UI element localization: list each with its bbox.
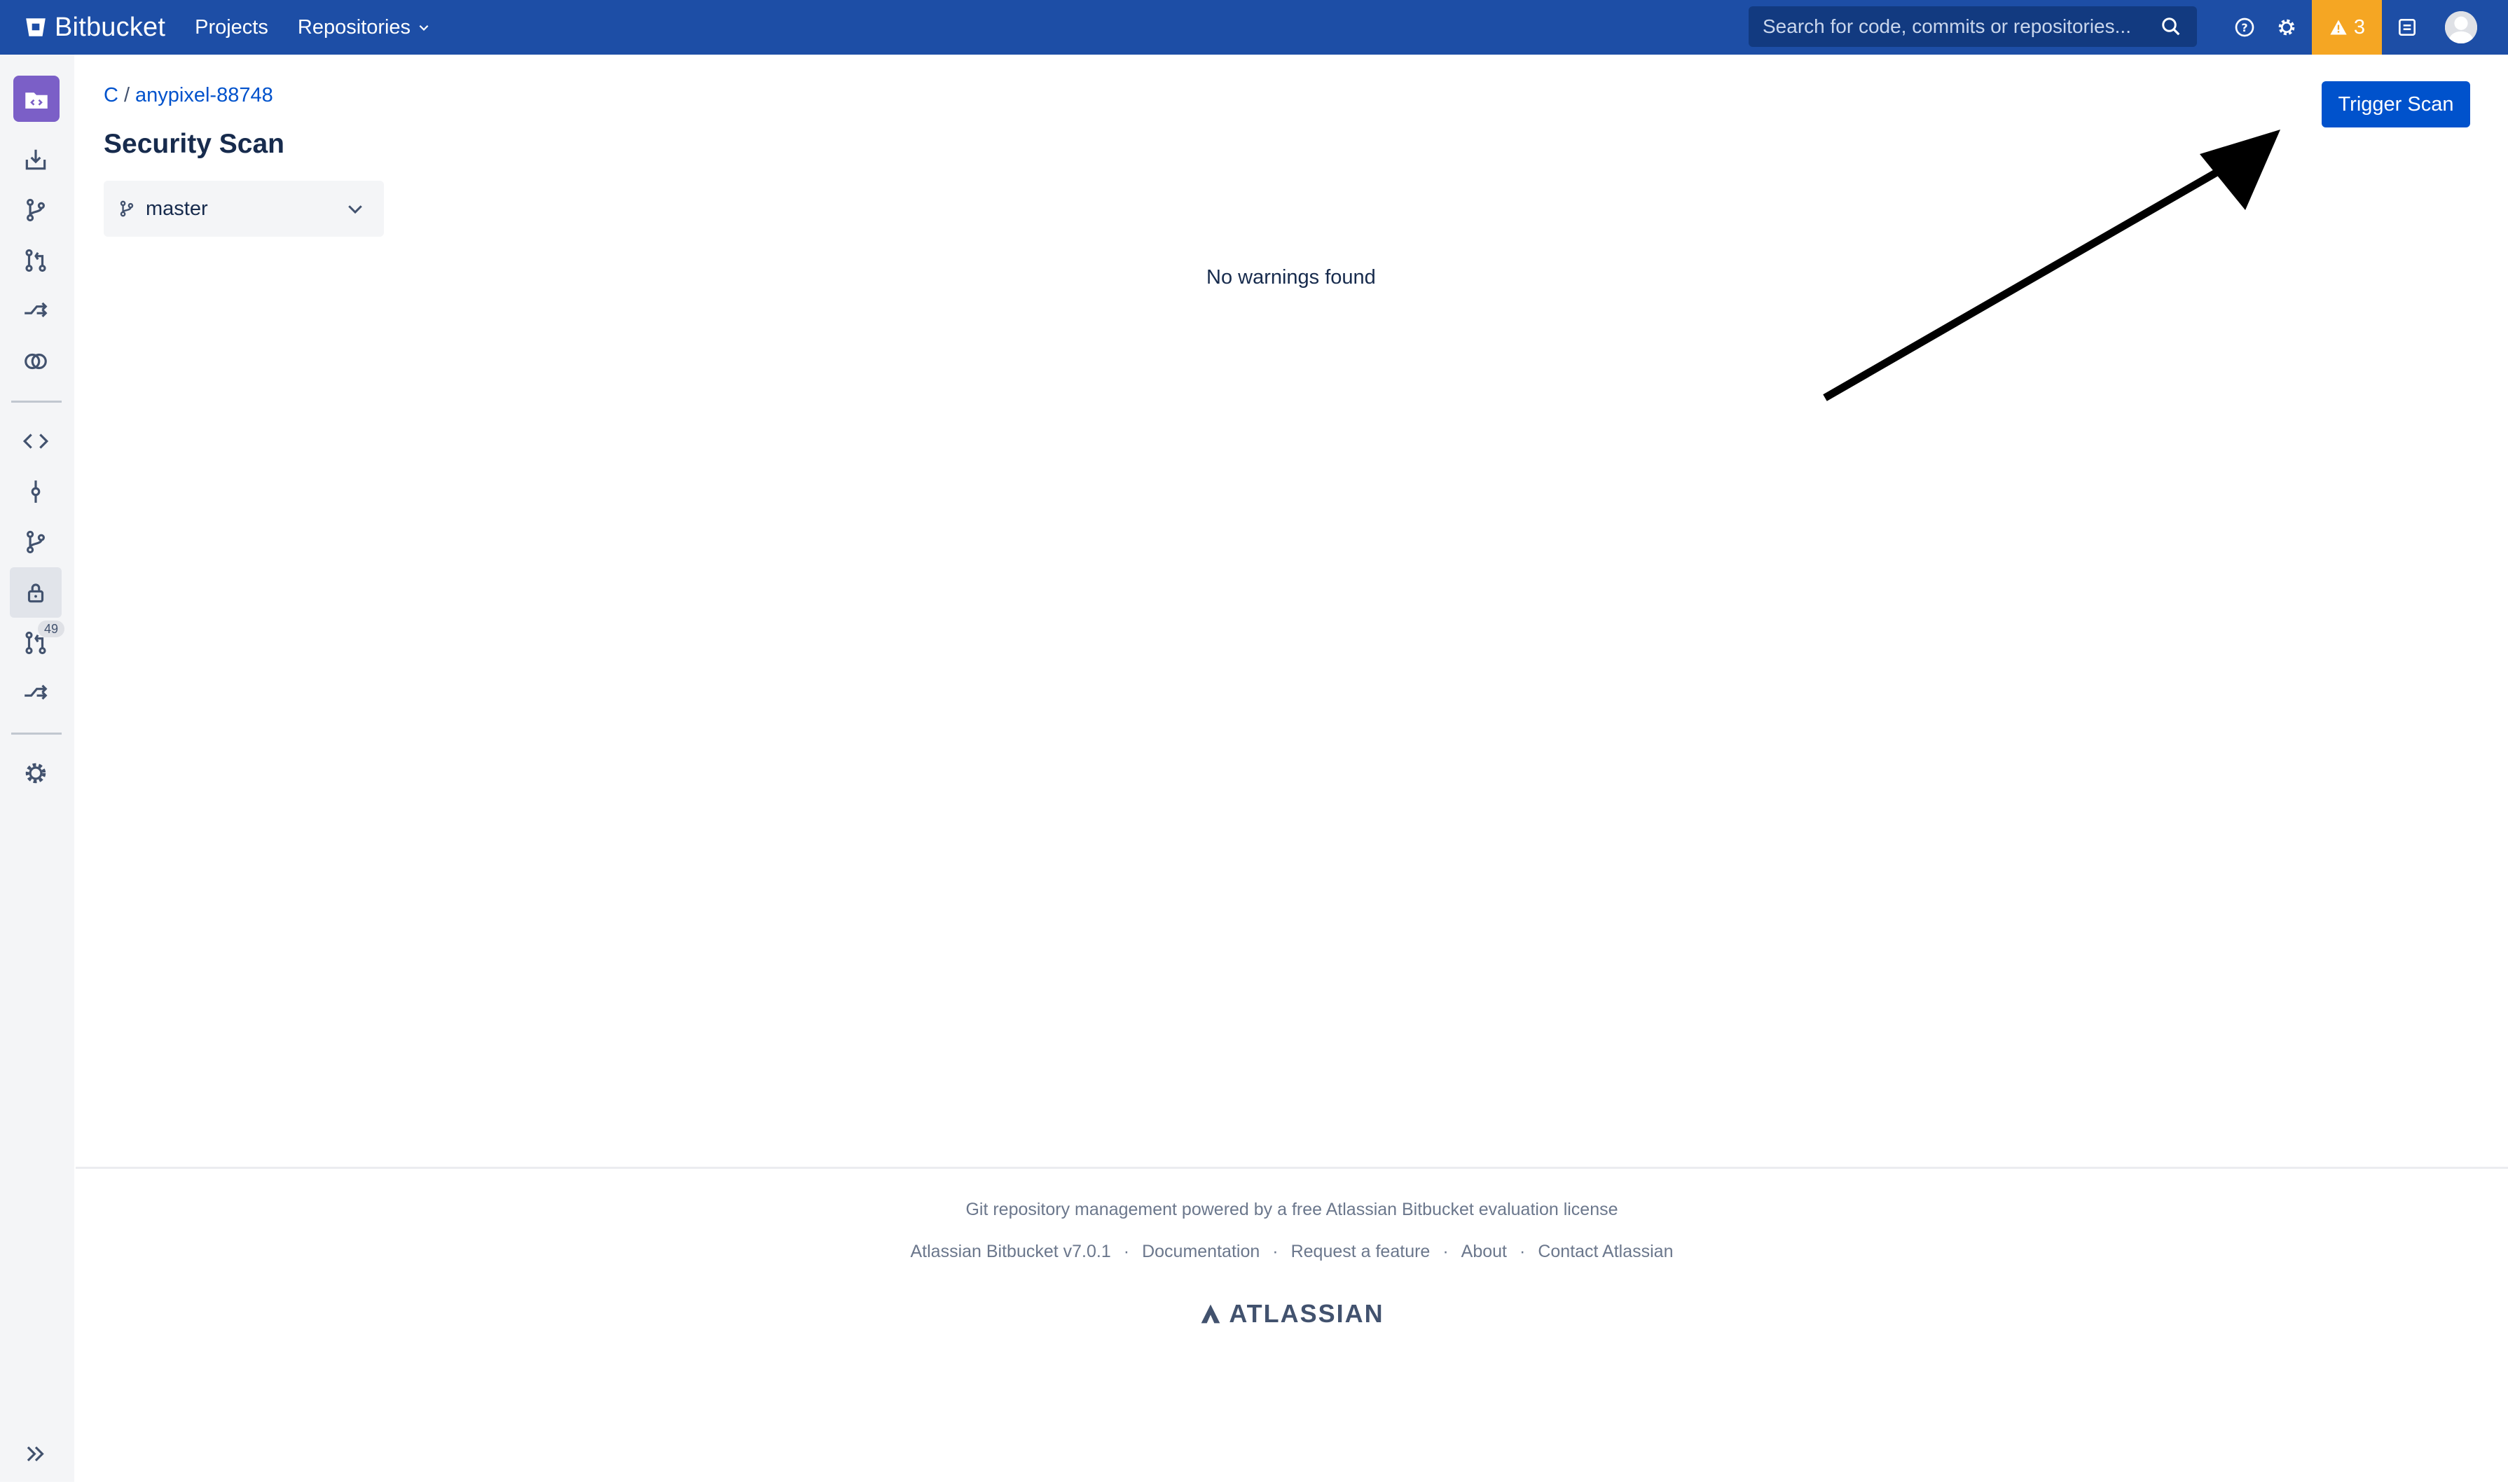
footer-contact-link[interactable]: Contact Atlassian <box>1538 1242 1673 1261</box>
user-avatar[interactable] <box>2445 11 2477 43</box>
sidebar-create-pull-request[interactable] <box>10 235 62 286</box>
nav-projects-link[interactable]: Projects <box>195 16 268 39</box>
footer-documentation-link[interactable]: Documentation <box>1142 1242 1260 1261</box>
fork-icon <box>25 302 48 318</box>
breadcrumb-project-link[interactable]: C <box>104 84 118 106</box>
inbox-icon <box>2399 19 2416 36</box>
warning-icon <box>2330 20 2347 35</box>
annotation-arrow-icon <box>1823 130 2280 401</box>
brand-name: Bitbucket <box>55 12 166 42</box>
user-icon <box>2445 11 2477 43</box>
page-title: Security Scan <box>104 129 284 159</box>
breadcrumb-repo-link[interactable]: anypixel-88748 <box>135 84 273 106</box>
sidebar-branches[interactable] <box>10 517 62 567</box>
source-icon <box>22 434 49 449</box>
atlassian-logo[interactable]: ATLASSIAN <box>76 1299 2508 1329</box>
settings-icon <box>25 763 46 784</box>
sidebar-create-branch[interactable] <box>10 185 62 235</box>
chevron-down-icon <box>419 25 429 31</box>
top-navigation: Bitbucket Projects Repositories ? <box>0 0 2508 55</box>
compare-icon <box>25 353 47 370</box>
sidebar-forks[interactable] <box>10 668 62 719</box>
chevron-down-icon <box>348 205 362 214</box>
search-input[interactable] <box>1749 6 2161 48</box>
branch-selector-value: master <box>146 197 208 220</box>
inbox-button[interactable] <box>2388 0 2427 55</box>
gear-icon <box>2278 19 2295 36</box>
expand-icon <box>27 1446 44 1462</box>
atlassian-icon <box>1201 1304 1220 1324</box>
sidebar: 49 <box>0 55 74 1482</box>
sidebar-compare[interactable] <box>10 336 62 387</box>
breadcrumb-separator: / <box>123 84 130 106</box>
empty-state-message: No warnings found <box>1206 266 1376 289</box>
create-pull-request-icon <box>25 249 46 272</box>
forks-icon <box>25 684 48 700</box>
admin-settings-button[interactable] <box>2267 0 2306 55</box>
footer-version-link[interactable]: Atlassian Bitbucket v7.0.1 <box>910 1242 1110 1261</box>
search-icon[interactable] <box>2161 16 2182 37</box>
footer-license-text: Git repository management powered by a f… <box>965 1200 1618 1219</box>
sidebar-expand[interactable] <box>10 1429 62 1479</box>
pull-requests-badge: 49 <box>38 620 64 637</box>
svg-text:?: ? <box>2241 21 2247 34</box>
branch-selector[interactable]: master <box>104 181 384 237</box>
nav-repositories-menu[interactable]: Repositories <box>298 16 430 39</box>
atlassian-logo-text: ATLASSIAN <box>1229 1299 1384 1328</box>
help-icon: ? <box>2235 18 2254 37</box>
sidebar-security-scan[interactable] <box>10 567 62 618</box>
sidebar-repository-settings[interactable] <box>10 748 62 798</box>
alert-count: 3 <box>2353 15 2366 39</box>
footer-about-link[interactable]: About <box>1461 1242 1507 1261</box>
branch-icon <box>120 200 134 217</box>
footer-separator: · <box>1520 1242 1526 1261</box>
sidebar-commits[interactable] <box>10 466 62 517</box>
sidebar-source[interactable] <box>10 416 62 466</box>
footer: Git repository management powered by a f… <box>76 1167 2508 1484</box>
alerts-button[interactable]: 3 <box>2312 0 2382 55</box>
repo-avatar[interactable] <box>13 76 60 122</box>
footer-links: Atlassian Bitbucket v7.0.1 · Documentation… <box>76 1242 2508 1262</box>
trigger-scan-button[interactable]: Trigger Scan <box>2322 81 2470 127</box>
breadcrumb: C / anypixel-88748 <box>104 84 273 107</box>
bitbucket-icon <box>26 18 46 36</box>
sidebar-divider <box>11 401 62 403</box>
sidebar-fork[interactable] <box>10 286 62 336</box>
clone-icon <box>25 149 46 170</box>
bitbucket-logo[interactable]: Bitbucket <box>24 0 165 55</box>
search-box[interactable] <box>1749 6 2197 48</box>
footer-separator: · <box>1442 1242 1449 1261</box>
sidebar-clone[interactable] <box>10 134 62 185</box>
help-button[interactable]: ? <box>2225 0 2264 55</box>
repo-avatar-icon <box>25 92 48 109</box>
branches-icon <box>27 530 45 554</box>
create-branch-icon <box>27 198 45 222</box>
nav-repositories-label: Repositories <box>297 15 411 39</box>
sidebar-divider <box>11 733 62 735</box>
footer-request-feature-link[interactable]: Request a feature <box>1291 1242 1431 1261</box>
footer-separator: · <box>1272 1242 1279 1261</box>
commits-icon <box>31 480 41 503</box>
lock-icon <box>27 583 44 603</box>
footer-separator: · <box>1123 1242 1130 1261</box>
